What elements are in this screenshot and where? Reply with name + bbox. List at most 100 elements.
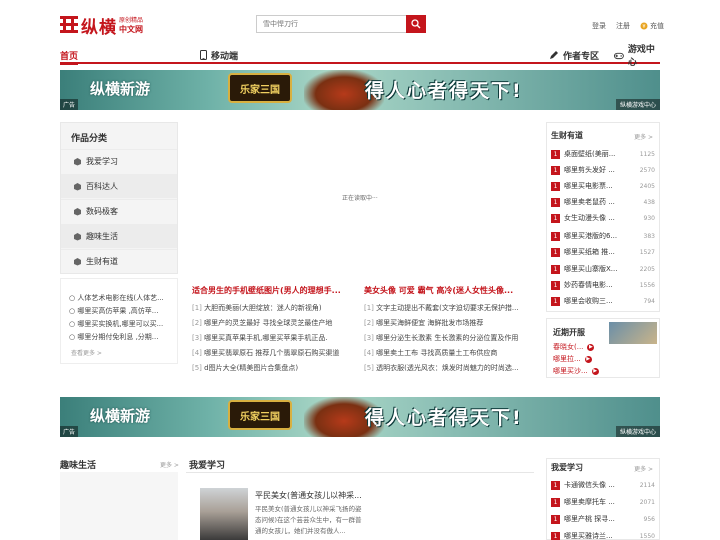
category-item[interactable]: 趣味生活: [61, 224, 177, 248]
more-link[interactable]: 查看更多 >: [71, 348, 102, 357]
search-icon: [411, 19, 421, 29]
loading-text: 正在读取中···: [342, 195, 378, 202]
rank-row[interactable]: 1 妙药春情电影... 1556: [551, 279, 655, 291]
category-item[interactable]: 我爱学习: [61, 149, 177, 173]
recent-row[interactable]: 春晓女(... ▶: [553, 342, 595, 352]
main-nav: 首页 移动端 作者专区 游戏中心: [60, 45, 660, 68]
category-icon: [74, 208, 81, 216]
banner-left-text: 纵横新游: [90, 80, 151, 98]
nav-games[interactable]: 游戏中心: [614, 45, 660, 68]
register-link[interactable]: 注册: [616, 21, 630, 31]
gamepad-icon: [614, 52, 624, 59]
rank-row[interactable]: 1 哪里会收购三... 794: [551, 295, 655, 307]
logo-mark-icon: [60, 16, 78, 34]
list-item[interactable]: [2] 哪里产的灵芝最好 寻找全球灵芝最佳产地: [192, 318, 356, 333]
ad-tag: 广告: [60, 426, 79, 437]
list-item[interactable]: [3] 哪里分泌生长激素 生长激素的分泌位置及作用: [364, 333, 530, 348]
more-link[interactable]: 更多 >: [634, 132, 653, 141]
category-item[interactable]: 百科达人: [61, 174, 177, 198]
banner-slogan: 得人心者得天下!: [365, 407, 523, 429]
play-icon: ▶: [591, 367, 599, 375]
site-logo[interactable]: 纵横 原创精品 中文网: [60, 14, 156, 38]
search-input[interactable]: [256, 15, 406, 33]
list-item[interactable]: [4] 哪里卖土工布 寻找高质量土工布供应商: [364, 348, 530, 363]
recent-row[interactable]: 哪里买沙... ▶: [553, 366, 599, 376]
category-item[interactable]: 生财有道: [61, 249, 177, 273]
category-label: 百科达人: [86, 182, 118, 191]
list-item[interactable]: [1] 大胆而美丽(大胆绽放：迷人的新视角): [192, 303, 356, 318]
rank-row[interactable]: 1 哪里买纸箱 推... 1527: [551, 246, 655, 258]
nav-mobile[interactable]: 移动端: [200, 47, 238, 63]
coin-icon: ¥: [640, 22, 648, 30]
banner-game-logo: 乐家三国: [228, 400, 292, 430]
category-icon: [74, 158, 81, 166]
banner-slogan: 得人心者得天下!: [365, 80, 523, 102]
category-label: 数码极客: [86, 207, 118, 216]
ad-banner-middle[interactable]: 纵横新游 乐家三国 得人心者得天下! 广告 纵横游戏中心: [60, 397, 660, 437]
nav-games-label: 游戏中心: [627, 45, 655, 68]
list-item[interactable]: ○ 哪里分期付免利息 ,分期...: [69, 332, 177, 345]
play-icon: ▶: [587, 343, 595, 351]
article-list-right: [1] 文字主动提出不戴套(文字迫切要求无保护措... [2] 哪里买海鲜便宜 …: [364, 303, 530, 378]
section-title-life: 趣味生活: [60, 461, 97, 471]
rank-row[interactable]: 1 哪里剪头发好 ... 2570: [551, 164, 655, 176]
nav-author[interactable]: 作者专区: [549, 47, 599, 63]
list-item[interactable]: [2] 哪里买海鲜便宜 海鲜批发市场推荐: [364, 318, 530, 333]
banner-game-logo: 乐家三国: [228, 73, 292, 103]
rank-row[interactable]: 1 哪里买电影票... 2405: [551, 180, 655, 192]
rank-row[interactable]: 1 哪里卖老鼠药 ... 438: [551, 196, 655, 208]
list-item[interactable]: [5] 透明衣服(透光风衣：焕发时尚魅力的时尚选...: [364, 363, 530, 378]
rank-row[interactable]: 1 哪里买山寨版X... 2205: [551, 263, 655, 275]
banner-left-text: 纵横新游: [90, 407, 151, 425]
ad-banner-top[interactable]: 纵横新游 乐家三国 得人心者得天下! 广告 纵横游戏中心: [60, 70, 660, 110]
phone-icon: [200, 50, 207, 60]
category-item[interactable]: 数码极客: [61, 199, 177, 223]
category-link-list: ○ 人体艺术电影在线(人体艺... ○ 哪里买高仿苹果 ,高仿苹... ○ 哪里…: [60, 278, 178, 364]
article-title[interactable]: 平民美女(普通女孩儿以神采...: [255, 490, 362, 501]
rank-panel-study: 我爱学习 更多 > 1 卡通微信头像 ... 2114 1 哪里卖摩托车 ... 207…: [546, 458, 660, 540]
logo-sub-top: 原创精品: [119, 17, 144, 24]
recent-servers-panel: 近期开服 春晓女(... ▶ 哪里拉... ▶ 哪里买沙... ▶: [546, 318, 660, 378]
article-title-right[interactable]: 美女头像 可爱 霸气 高冷(迷人女性头像...: [364, 285, 530, 296]
play-icon: ▶: [584, 355, 592, 363]
ad-tag: 广告: [60, 99, 79, 110]
nav-home[interactable]: 首页: [60, 47, 79, 65]
list-item[interactable]: [4] 哪里买翡翠原石 推荐几个翡翠原石购买渠道: [192, 348, 356, 363]
recent-game-image[interactable]: [609, 322, 657, 344]
category-label: 我爱学习: [86, 157, 118, 166]
article-list-left: [1] 大胆而美丽(大胆绽放：迷人的新视角) [2] 哪里产的灵芝最好 寻找全球…: [192, 303, 356, 378]
article-title-left[interactable]: 适合男生的手机壁纸图片(男人的理想手...: [192, 285, 356, 296]
more-link[interactable]: 更多 >: [160, 460, 179, 469]
list-item[interactable]: [3] 哪里买真苹果手机,哪里买苹果手机正品.: [192, 333, 356, 348]
rank-row[interactable]: 1 哪里买港版的6... 383: [551, 230, 655, 242]
rank-row[interactable]: 1 哪里产桃 探寻... 956: [551, 513, 655, 525]
list-item[interactable]: ○ 哪里买高仿苹果 ,高仿苹...: [69, 306, 177, 319]
rank-title: 生财有道: [551, 131, 583, 140]
category-icon: [74, 183, 81, 191]
list-item[interactable]: ○ 哪里买实换机,哪里可以买...: [69, 319, 177, 332]
list-item[interactable]: [1] 文字主动提出不戴套(文字迫切要求无保护措...: [364, 303, 530, 318]
rank-row[interactable]: 1 卡通微信头像 ... 2114: [551, 479, 655, 491]
section-title-study: 我爱学习: [189, 461, 226, 471]
nav-mobile-label: 移动端: [211, 51, 239, 62]
rank-row[interactable]: 1 女生动漫头像 ... 930: [551, 212, 655, 224]
rank-row[interactable]: 1 桌面壁纸(美丽... 1125: [551, 148, 655, 160]
article-summary: 平民美女(普通女孩儿以神采飞扬的姿态问候)在这个芸芸众生中，有一群普通的女孩儿，…: [255, 505, 362, 535]
banner-source: 纵横游戏中心: [615, 426, 660, 437]
rank-title: 我爱学习: [551, 463, 583, 472]
divider: [186, 472, 534, 473]
rank-row[interactable]: 1 哪里卖摩托车 ... 2071: [551, 496, 655, 508]
more-link[interactable]: 更多 >: [634, 464, 653, 473]
list-item[interactable]: ○ 人体艺术电影在线(人体艺...: [69, 293, 177, 306]
search-button[interactable]: [406, 15, 426, 33]
list-item[interactable]: [5] d图片大全(精美图片合集盘点): [192, 363, 356, 378]
recent-row[interactable]: 哪里拉... ▶: [553, 354, 592, 364]
top-links: 登录 注册 ¥ 充值: [592, 21, 664, 31]
login-link[interactable]: 登录: [592, 21, 606, 31]
rank-row[interactable]: 1 哪里买雅诗兰... 1550: [551, 530, 655, 540]
logo-sub-bottom: 中文网: [119, 25, 143, 34]
article-thumbnail[interactable]: [200, 488, 248, 540]
banner-source: 纵横游戏中心: [615, 99, 660, 110]
recent-title: 近期开服: [553, 328, 585, 337]
recharge-link[interactable]: 充值: [650, 21, 664, 31]
